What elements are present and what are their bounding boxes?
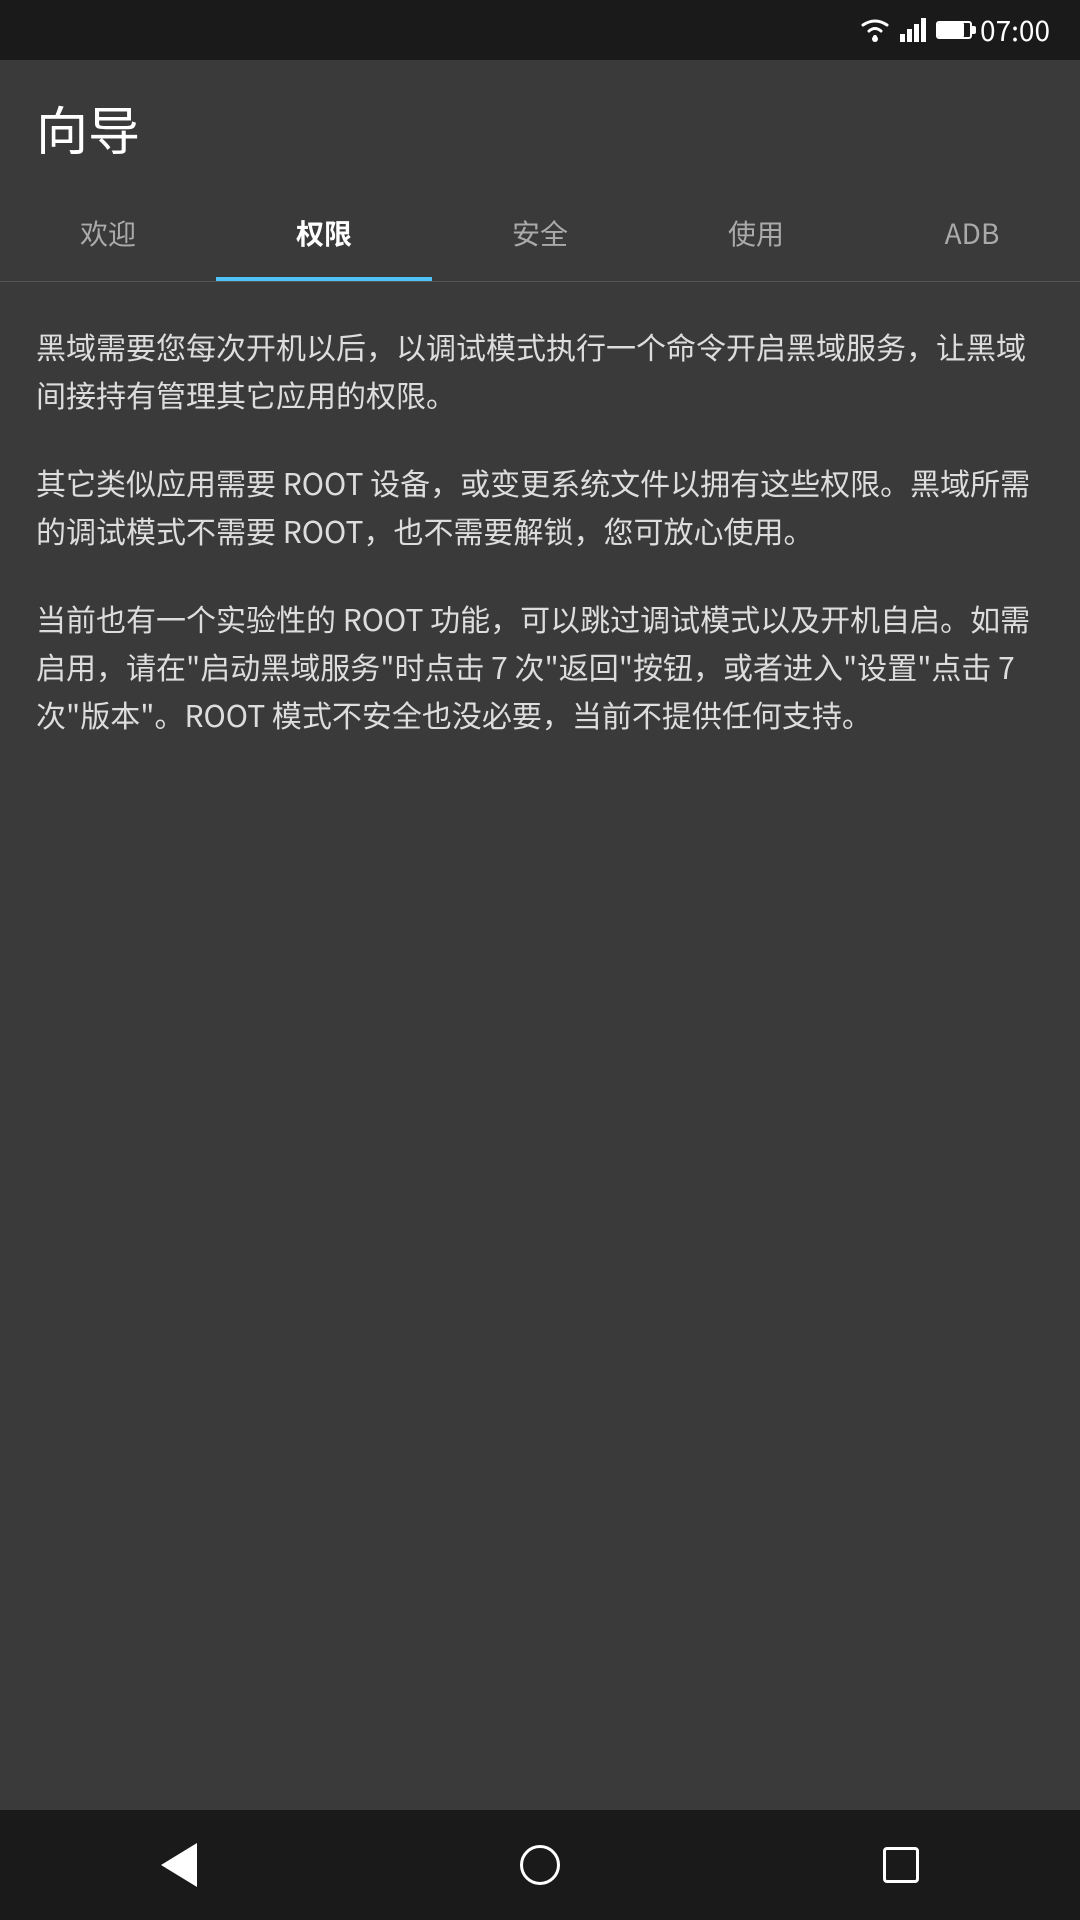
- tab-permissions[interactable]: 权限: [216, 185, 432, 281]
- status-time: 07:00: [980, 10, 1050, 50]
- status-bar: 07:00: [0, 0, 1080, 60]
- nav-home-button[interactable]: [480, 1835, 600, 1895]
- content-paragraph-3: 当前也有一个实验性的 ROOT 功能，可以跳过调试模式以及开机自启。如需启用，请…: [36, 594, 1044, 738]
- page-title: 向导: [36, 90, 1044, 165]
- back-icon: [161, 1843, 197, 1887]
- signal-icon: [900, 18, 928, 42]
- app-header: 向导: [0, 60, 1080, 185]
- battery-icon: [936, 21, 972, 39]
- nav-recents-button[interactable]: [843, 1837, 959, 1893]
- nav-back-button[interactable]: [121, 1833, 237, 1897]
- home-icon: [520, 1845, 560, 1885]
- tab-usage[interactable]: 使用: [648, 185, 864, 281]
- content-paragraph-2: 其它类似应用需要 ROOT 设备，或变更系统文件以拥有这些权限。黑域所需的调试模…: [36, 458, 1044, 554]
- content-paragraph-1: 黑域需要您每次开机以后，以调试模式执行一个命令开启黑域服务，让黑域间接持有管理其…: [36, 322, 1044, 418]
- tab-security[interactable]: 安全: [432, 185, 648, 281]
- tab-bar: 欢迎 权限 安全 使用 ADB: [0, 185, 1080, 282]
- status-icons: 07:00: [858, 10, 1050, 50]
- recents-icon: [883, 1847, 919, 1883]
- main-content: 黑域需要您每次开机以后，以调试模式执行一个命令开启黑域服务，让黑域间接持有管理其…: [0, 282, 1080, 1810]
- wifi-icon: [858, 17, 892, 43]
- nav-bar: [0, 1810, 1080, 1920]
- tab-welcome[interactable]: 欢迎: [0, 185, 216, 281]
- tab-adb[interactable]: ADB: [864, 185, 1080, 281]
